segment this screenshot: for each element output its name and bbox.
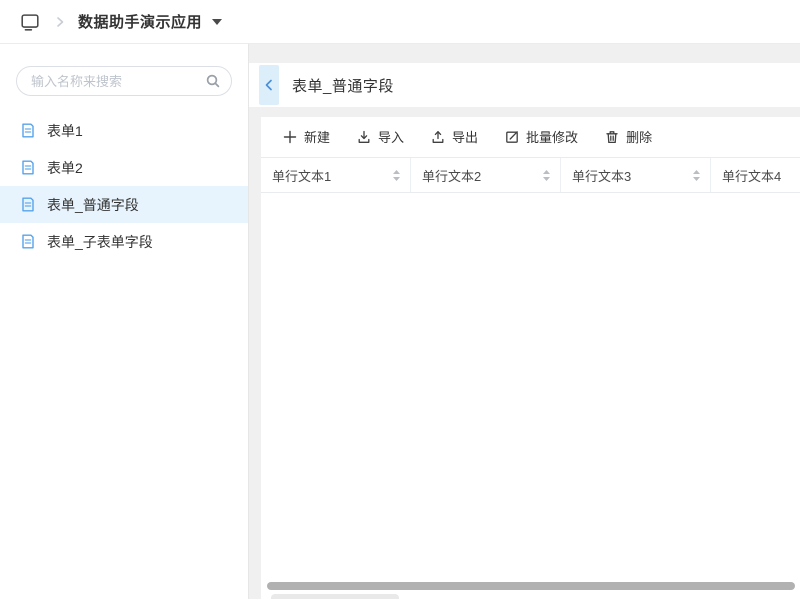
delete-button[interactable]: 删除 — [605, 130, 652, 144]
sidebar-item-form1[interactable]: 表单1 — [0, 112, 248, 149]
sidebar-item-form-subform-fields[interactable]: 表单_子表单字段 — [0, 223, 248, 260]
caret-down-icon[interactable] — [212, 19, 222, 25]
column-header-text2[interactable]: 单行文本2 — [411, 158, 561, 192]
column-header-text4[interactable]: 单行文本4 — [711, 158, 800, 192]
body-row: 表单1 表单2 — [0, 44, 800, 599]
monitor-icon[interactable] — [18, 10, 42, 34]
sort-arrows-icon[interactable] — [542, 169, 551, 182]
import-button[interactable]: 导入 — [357, 130, 404, 144]
column-label: 单行文本4 — [722, 166, 781, 185]
form-doc-icon — [20, 122, 36, 139]
form-doc-icon — [20, 196, 36, 213]
breadcrumb-app-title[interactable]: 数据助手演示应用 — [78, 11, 202, 32]
chevron-right-icon — [54, 16, 66, 28]
main-area: 表单_普通字段 新建 — [249, 44, 800, 599]
table-header-row: 单行文本1 单行文本2 — [261, 157, 800, 193]
sidebar-item-label: 表单_子表单字段 — [47, 232, 153, 252]
app-window: 数据助手演示应用 — [0, 0, 800, 600]
pagination-peek — [271, 594, 399, 599]
form-doc-icon — [20, 233, 36, 250]
form-list: 表单1 表单2 — [0, 112, 248, 260]
column-header-text3[interactable]: 单行文本3 — [561, 158, 711, 192]
data-card: 新建 导入 — [261, 117, 800, 599]
sort-arrows-icon[interactable] — [392, 169, 401, 182]
trash-icon — [605, 130, 619, 144]
export-button[interactable]: 导出 — [431, 130, 478, 144]
column-label: 单行文本1 — [272, 166, 331, 185]
search-icon[interactable] — [205, 73, 221, 89]
topbar: 数据助手演示应用 — [0, 0, 800, 44]
sidebar-item-form2[interactable]: 表单2 — [0, 149, 248, 186]
sidebar: 表单1 表单2 — [0, 44, 249, 599]
search-input[interactable] — [16, 66, 232, 96]
export-icon — [431, 130, 445, 144]
batch-edit-button-label: 批量修改 — [526, 131, 578, 144]
page-title: 表单_普通字段 — [292, 75, 394, 96]
create-button-label: 新建 — [304, 131, 330, 144]
plus-icon — [283, 130, 297, 144]
column-label: 单行文本2 — [422, 166, 481, 185]
horizontal-scrollbar[interactable] — [267, 582, 795, 590]
delete-button-label: 删除 — [626, 131, 652, 144]
column-label: 单行文本3 — [572, 166, 631, 185]
sort-arrows-icon[interactable] — [692, 169, 701, 182]
create-button[interactable]: 新建 — [283, 130, 330, 144]
chevron-left-icon — [263, 78, 275, 92]
import-button-label: 导入 — [378, 131, 404, 144]
collapse-back-button[interactable] — [259, 65, 279, 105]
page-header: 表单_普通字段 — [249, 63, 800, 107]
edit-square-icon — [505, 130, 519, 144]
search-field-wrap — [16, 66, 232, 96]
export-button-label: 导出 — [452, 131, 478, 144]
sidebar-item-label: 表单1 — [47, 121, 83, 141]
form-doc-icon — [20, 159, 36, 176]
batch-edit-button[interactable]: 批量修改 — [505, 130, 578, 144]
toolbar: 新建 导入 — [261, 117, 800, 157]
sidebar-item-label: 表单_普通字段 — [47, 195, 139, 215]
column-header-text1[interactable]: 单行文本1 — [261, 158, 411, 192]
sidebar-item-label: 表单2 — [47, 158, 83, 178]
sidebar-item-form-normal-fields[interactable]: 表单_普通字段 — [0, 186, 248, 223]
import-icon — [357, 130, 371, 144]
